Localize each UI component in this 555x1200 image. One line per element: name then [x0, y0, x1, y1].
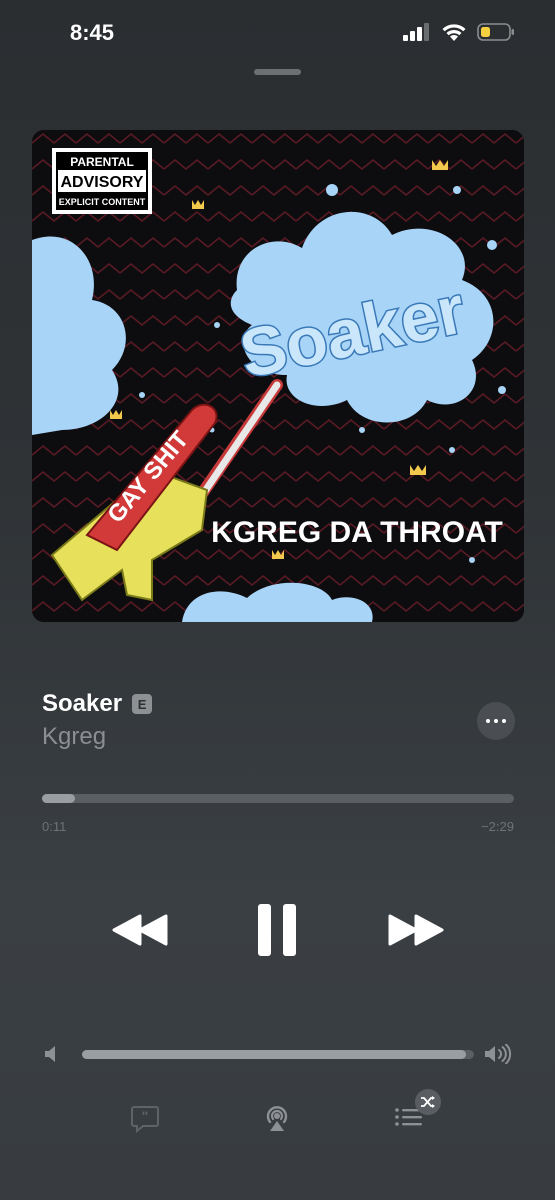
volume-low-icon [45, 1046, 55, 1062]
ellipsis-dot [502, 719, 506, 723]
status-time: 8:45 [70, 20, 115, 45]
track-title-row: Soaker E [42, 690, 153, 718]
album-artwork: Soaker GAY SHIT KGREG DA THROAT PARENTAL… [32, 130, 524, 622]
playback-scrubber[interactable] [42, 794, 514, 803]
pause-button[interactable] [252, 898, 302, 962]
fast-forward-icon [388, 914, 444, 946]
advisory-line1: PARENTAL [70, 155, 134, 169]
volume-slider[interactable] [82, 1050, 474, 1059]
track-title: Soaker [42, 690, 123, 717]
pause-icon [258, 904, 296, 956]
time-elapsed: 0:11 [42, 819, 67, 834]
cellular-signal-icon [403, 23, 429, 41]
status-bar: 8:45 [0, 0, 555, 66]
artwork-artist-text: KGREG DA THROAT [211, 516, 503, 549]
shuffle-icon [421, 1096, 435, 1108]
time-remaining: −2:29 [481, 819, 514, 834]
rewind-icon [112, 914, 168, 946]
explicit-badge: E [132, 694, 153, 714]
parental-advisory-label: PARENTAL ADVISORY EXPLICIT CONTENT [52, 148, 152, 214]
sheet-grabber[interactable] [254, 69, 301, 75]
battery-icon [477, 23, 514, 41]
track-artist[interactable]: Kgreg [42, 723, 106, 751]
wifi-icon [442, 24, 466, 41]
status-icons [403, 22, 515, 42]
advisory-line2: ADVISORY [61, 174, 144, 191]
ellipsis-dot [494, 719, 498, 723]
ellipsis-icon [486, 719, 490, 723]
svg-text:": " [142, 1108, 149, 1124]
lyrics-icon[interactable]: " [130, 1104, 160, 1134]
volume-level-fill [82, 1050, 467, 1059]
advisory-line3: EXPLICIT CONTENT [59, 197, 146, 207]
more-options-button[interactable] [477, 702, 515, 740]
playback-progress-fill [42, 794, 76, 803]
fast-forward-button[interactable] [386, 905, 446, 955]
rewind-button[interactable] [110, 905, 170, 955]
airplay-icon[interactable] [262, 1103, 292, 1133]
volume-high-icon [485, 1044, 512, 1064]
shuffle-badge[interactable] [415, 1089, 441, 1115]
